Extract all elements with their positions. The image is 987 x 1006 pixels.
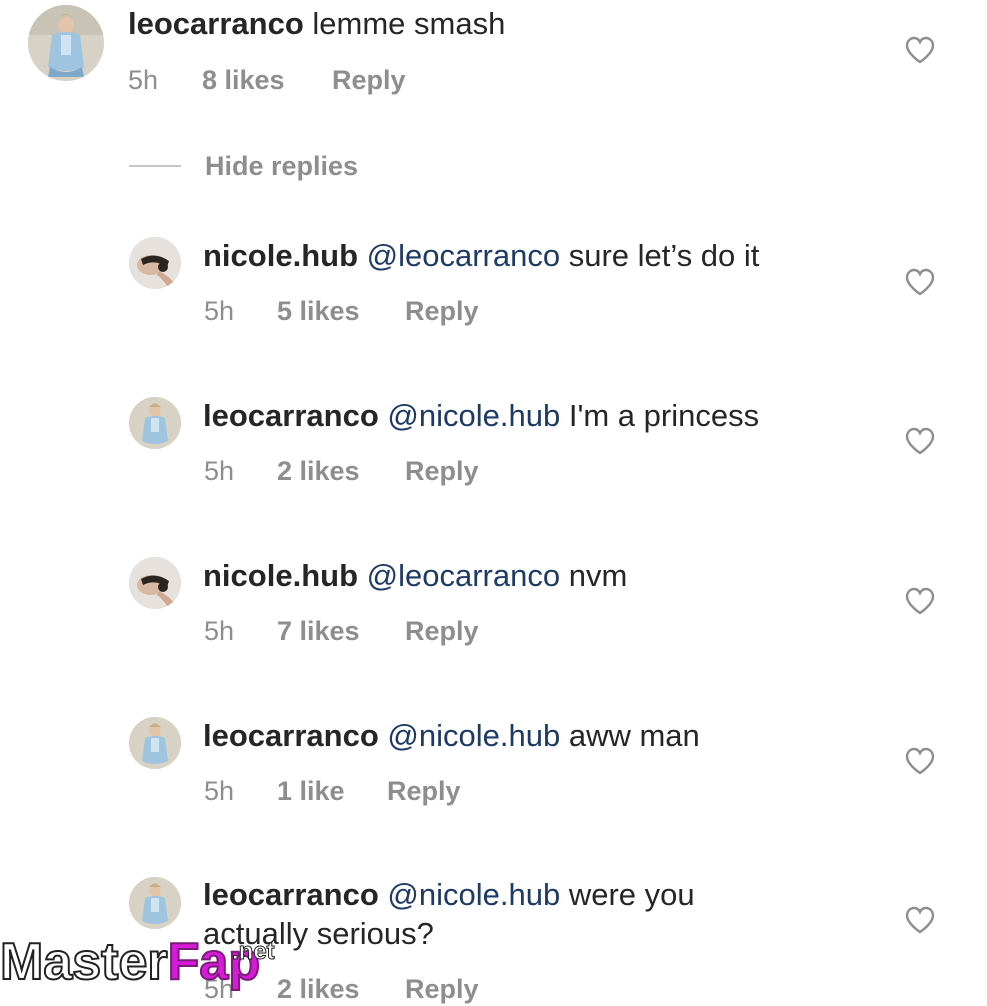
comment-time: 5h bbox=[204, 296, 235, 326]
avatar-nicole-image bbox=[129, 557, 181, 609]
reply-comment: nicole.hub @leocarranco nvm 5h 7 likes Rep… bbox=[0, 550, 987, 660]
heart-icon[interactable] bbox=[905, 587, 935, 615]
comment-time: 5h bbox=[204, 616, 235, 646]
comment-likes[interactable]: 8 likes bbox=[202, 63, 332, 97]
comment-text: I'm a princess bbox=[568, 398, 760, 433]
comment-mention[interactable]: @leocarranco bbox=[367, 558, 560, 593]
heart-icon[interactable] bbox=[905, 427, 935, 455]
heart-icon[interactable] bbox=[905, 747, 935, 775]
comment-username[interactable]: leocarranco bbox=[128, 6, 304, 41]
top-comment: leocarranco lemme smash 5h 8 likes Reply bbox=[0, 0, 987, 120]
watermark-net-text: .net bbox=[232, 938, 276, 966]
heart-icon[interactable] bbox=[905, 268, 935, 296]
comment-username[interactable]: leocarranco bbox=[203, 718, 379, 753]
comment-mention[interactable]: @nicole.hub bbox=[387, 718, 560, 753]
reply-button[interactable]: Reply bbox=[387, 774, 461, 808]
hide-replies-toggle[interactable]: Hide replies bbox=[129, 146, 358, 186]
comment-username[interactable]: nicole.hub bbox=[203, 238, 358, 273]
comment-text-line: leocarranco @nicole.hub were you bbox=[203, 875, 695, 915]
reply-button[interactable]: Reply bbox=[405, 454, 479, 488]
comment-likes[interactable]: 5 likes bbox=[277, 294, 405, 328]
heart-icon[interactable] bbox=[905, 36, 935, 64]
avatar-leo-image bbox=[129, 397, 181, 449]
comment-text: nvm bbox=[568, 558, 628, 593]
avatar[interactable] bbox=[129, 397, 181, 449]
avatar-leo-image bbox=[129, 877, 181, 929]
comment-text-line: leocarranco @nicole.hub I'm a princess bbox=[203, 396, 759, 436]
reply-button[interactable]: Reply bbox=[405, 294, 479, 328]
comment-meta: 5h 7 likes Reply bbox=[204, 614, 479, 648]
avatar-leo-image bbox=[28, 5, 104, 81]
comment-mention[interactable]: @nicole.hub bbox=[387, 398, 560, 433]
comment-likes[interactable]: 2 likes bbox=[277, 454, 405, 488]
comment-time: 5h bbox=[128, 65, 159, 95]
comment-text: aww man bbox=[568, 718, 700, 753]
avatar[interactable] bbox=[129, 237, 181, 289]
watermark-master-text: Master bbox=[0, 932, 169, 992]
comment-meta: 5h 2 likes Reply bbox=[204, 454, 479, 488]
reply-comment: nicole.hub @leocarranco sure let’s do it… bbox=[0, 230, 987, 340]
comment-username[interactable]: leocarranco bbox=[203, 398, 379, 433]
comment-time: 5h bbox=[204, 456, 235, 486]
avatar[interactable] bbox=[28, 5, 104, 81]
comment-mention[interactable]: @nicole.hub bbox=[387, 877, 560, 912]
comment-text-line: leocarranco lemme smash bbox=[128, 4, 505, 44]
heart-icon[interactable] bbox=[905, 906, 935, 934]
avatar[interactable] bbox=[129, 877, 181, 929]
reply-comment: leocarranco @nicole.hub aww man 5h 1 like… bbox=[0, 710, 987, 820]
reply-comment: leocarranco @nicole.hub I'm a princess 5… bbox=[0, 390, 987, 500]
avatar[interactable] bbox=[129, 557, 181, 609]
divider-line bbox=[129, 165, 181, 167]
hide-replies-label[interactable]: Hide replies bbox=[205, 151, 358, 182]
comment-text-line: nicole.hub @leocarranco sure let’s do it bbox=[203, 236, 759, 276]
comment-text-line: leocarranco @nicole.hub aww man bbox=[203, 716, 700, 756]
comment-text: sure let’s do it bbox=[568, 238, 760, 273]
comment-username[interactable]: nicole.hub bbox=[203, 558, 358, 593]
comment-meta: 5h 8 likes Reply bbox=[128, 63, 406, 97]
comment-text-line: nicole.hub @leocarranco nvm bbox=[203, 556, 627, 596]
avatar[interactable] bbox=[129, 717, 181, 769]
avatar-nicole-image bbox=[129, 237, 181, 289]
comment-text: lemme smash bbox=[312, 6, 506, 41]
comment-time: 5h bbox=[204, 776, 235, 806]
comment-likes[interactable]: 7 likes bbox=[277, 614, 405, 648]
comment-meta: 5h 5 likes Reply bbox=[204, 294, 479, 328]
comment-text: were you bbox=[568, 877, 695, 912]
comment-likes[interactable]: 1 like bbox=[277, 774, 387, 808]
watermark-logo: MasterFap .net bbox=[0, 932, 310, 1000]
reply-button[interactable]: Reply bbox=[332, 63, 406, 97]
comment-mention[interactable]: @leocarranco bbox=[367, 238, 560, 273]
avatar-leo-image bbox=[129, 717, 181, 769]
comment-meta: 5h 1 like Reply bbox=[204, 774, 461, 808]
reply-button[interactable]: Reply bbox=[405, 614, 479, 648]
reply-button[interactable]: Reply bbox=[405, 972, 479, 1006]
comment-username[interactable]: leocarranco bbox=[203, 877, 379, 912]
